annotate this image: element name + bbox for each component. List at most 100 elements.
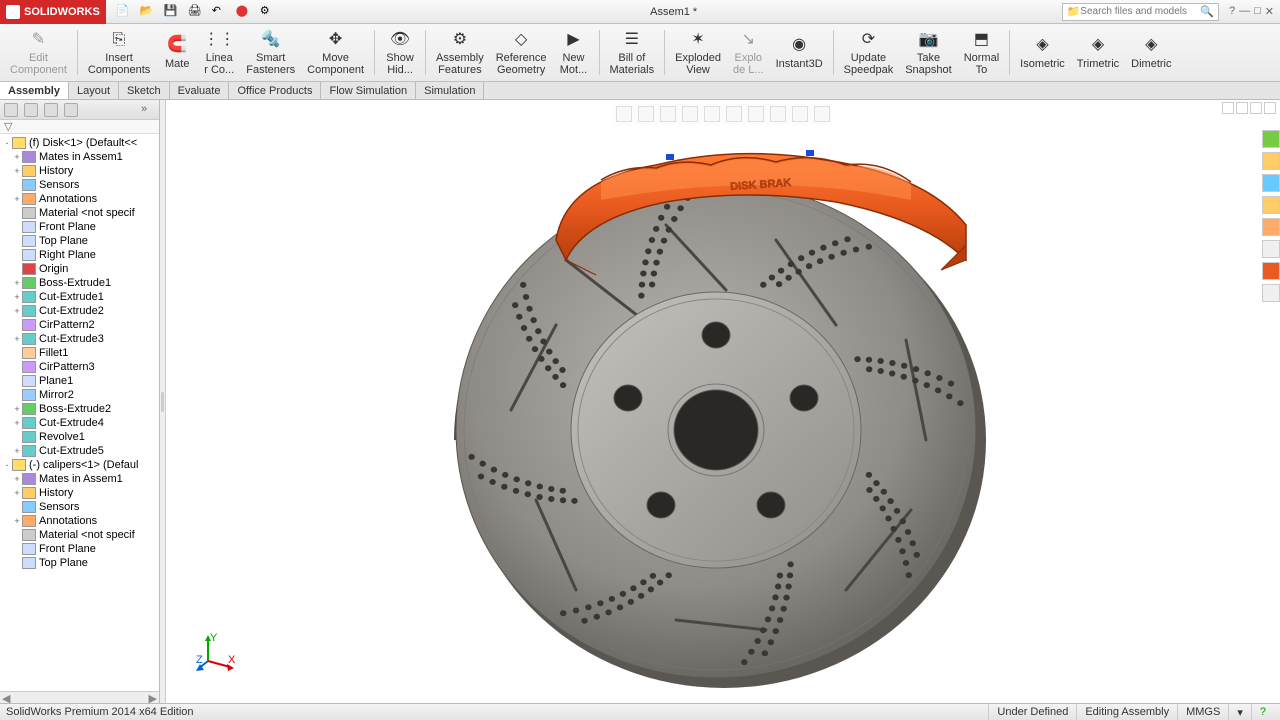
cmdtab-assembly[interactable]: Assembly xyxy=(0,82,69,99)
tree-item[interactable]: +Boss-Extrude1 xyxy=(0,276,159,290)
tree-item[interactable]: Fillet1 xyxy=(0,346,159,360)
tree-item[interactable]: Top Plane xyxy=(0,556,159,570)
ribbon-dimetric[interactable]: ◈Dimetric xyxy=(1125,26,1177,79)
ribbon-reference-geometry[interactable]: ◇ReferenceGeometry xyxy=(490,26,553,79)
tree-item[interactable]: Sensors xyxy=(0,500,159,514)
tp-view-palette-icon[interactable] xyxy=(1262,196,1280,214)
undo-icon[interactable]: ↶ xyxy=(212,4,228,20)
expand-icon[interactable]: + xyxy=(12,446,22,456)
ribbon-take-snapshot[interactable]: 📷TakeSnapshot xyxy=(899,26,957,79)
tree-item[interactable]: +Cut-Extrude1 xyxy=(0,290,159,304)
ribbon-insert-components[interactable]: ⎘InsertComponents xyxy=(82,26,156,79)
expand-icon[interactable]: + xyxy=(12,194,22,204)
expand-icon[interactable]: + xyxy=(12,278,22,288)
cmdtab-layout[interactable]: Layout xyxy=(69,82,119,99)
expand-icon[interactable]: + xyxy=(12,152,22,162)
help-icon[interactable]: ? xyxy=(1229,5,1235,18)
tree-item[interactable]: Front Plane xyxy=(0,542,159,556)
status-units[interactable]: MMGS xyxy=(1177,704,1228,720)
ribbon-bill-of-materials[interactable]: ☰Bill ofMaterials xyxy=(604,26,661,79)
tree-item[interactable]: +Mates in Assem1 xyxy=(0,150,159,164)
tree-item[interactable]: Front Plane xyxy=(0,220,159,234)
maximize-icon[interactable]: □ xyxy=(1254,5,1261,18)
feature-tree[interactable]: -(f) Disk<1> (Default<<+Mates in Assem1+… xyxy=(0,134,159,691)
ribbon-move-component[interactable]: ✥MoveComponent xyxy=(301,26,370,79)
fm-tab-4[interactable] xyxy=(64,103,78,117)
cmdtab-sketch[interactable]: Sketch xyxy=(119,82,170,99)
tree-item[interactable]: +Mates in Assem1 xyxy=(0,472,159,486)
expand-icon[interactable]: - xyxy=(2,460,12,470)
expand-icon[interactable]: + xyxy=(12,516,22,526)
expand-icon[interactable]: + xyxy=(12,166,22,176)
open-icon[interactable]: 📂 xyxy=(140,4,156,20)
expand-icon[interactable]: + xyxy=(12,292,22,302)
ribbon-new-motion[interactable]: ▶NewMot... xyxy=(553,26,595,79)
tp-file-explorer-icon[interactable] xyxy=(1262,174,1280,192)
ribbon-exploded-view[interactable]: ✶ExplodedView xyxy=(669,26,727,79)
tree-item[interactable]: Revolve1 xyxy=(0,430,159,444)
filter-bar[interactable]: ▽ xyxy=(0,120,159,134)
search-box[interactable]: 📁 🔍 xyxy=(1062,3,1219,21)
tree-item[interactable]: Plane1 xyxy=(0,374,159,388)
tree-item[interactable]: CirPattern2 xyxy=(0,318,159,332)
tree-item[interactable]: Material <not specif xyxy=(0,528,159,542)
expand-icon[interactable]: - xyxy=(2,138,12,148)
close-icon[interactable]: ✕ xyxy=(1265,5,1274,18)
fm-tab-1[interactable] xyxy=(4,103,18,117)
minimize-icon[interactable]: — xyxy=(1239,5,1250,18)
new-icon[interactable]: 📄 xyxy=(116,4,132,20)
ribbon-trimetric[interactable]: ◈Trimetric xyxy=(1071,26,1125,79)
tree-item[interactable]: +History xyxy=(0,164,159,178)
expand-icon[interactable]: + xyxy=(12,404,22,414)
tree-item[interactable]: -(f) Disk<1> (Default<< xyxy=(0,136,159,150)
search-icon[interactable]: 🔍 xyxy=(1200,5,1214,18)
expand-icon[interactable]: + xyxy=(12,306,22,316)
ribbon-mate[interactable]: 🧲Mate xyxy=(156,26,198,79)
ribbon-assembly-features[interactable]: ⚙AssemblyFeatures xyxy=(430,26,490,79)
cmdtab-flow-simulation[interactable]: Flow Simulation xyxy=(321,82,416,99)
tree-item[interactable]: +Cut-Extrude2 xyxy=(0,304,159,318)
fm-tab-3[interactable] xyxy=(44,103,58,117)
tree-item[interactable]: +Cut-Extrude4 xyxy=(0,416,159,430)
tree-item[interactable]: +Boss-Extrude2 xyxy=(0,402,159,416)
tree-item[interactable]: +Cut-Extrude5 xyxy=(0,444,159,458)
tree-item[interactable]: +Annotations xyxy=(0,514,159,528)
expand-icon[interactable]: + xyxy=(12,488,22,498)
ribbon-isometric[interactable]: ◈Isometric xyxy=(1014,26,1071,79)
tp-resources-icon[interactable] xyxy=(1262,130,1280,148)
tree-scroll[interactable]: ◀▶ xyxy=(0,691,159,703)
tree-item[interactable]: Top Plane xyxy=(0,234,159,248)
tp-forum-icon[interactable] xyxy=(1262,262,1280,280)
vp-restore-icon[interactable] xyxy=(1250,102,1262,114)
status-help-icon[interactable]: ? xyxy=(1251,704,1274,720)
cmdtab-evaluate[interactable]: Evaluate xyxy=(170,82,230,99)
vp-min-icon[interactable] xyxy=(1222,102,1234,114)
status-dropdown-icon[interactable]: ▾ xyxy=(1228,704,1251,720)
tree-item[interactable]: -(-) calipers<1> (Defaul xyxy=(0,458,159,472)
expand-icon[interactable]: + xyxy=(12,418,22,428)
save-icon[interactable]: 💾 xyxy=(164,4,180,20)
expand-icon[interactable]: + xyxy=(12,334,22,344)
tree-item[interactable]: +Cut-Extrude3 xyxy=(0,332,159,346)
ribbon-instant3d[interactable]: ◉Instant3D xyxy=(770,26,829,79)
fm-flyout-icon[interactable]: » xyxy=(141,103,155,117)
tree-item[interactable]: Material <not specif xyxy=(0,206,159,220)
vp-close-icon[interactable] xyxy=(1264,102,1276,114)
tree-item[interactable]: Sensors xyxy=(0,178,159,192)
tree-item[interactable]: Origin xyxy=(0,262,159,276)
tp-custom-props-icon[interactable] xyxy=(1262,240,1280,258)
rebuild-icon[interactable]: ⬤ xyxy=(236,4,252,20)
expand-icon[interactable]: + xyxy=(12,474,22,484)
cmdtab-office-products[interactable]: Office Products xyxy=(229,82,321,99)
ribbon-show-hidden[interactable]: 👁ShowHid... xyxy=(379,26,421,79)
tree-item[interactable]: +History xyxy=(0,486,159,500)
ribbon-linear-co[interactable]: ⋮⋮Linear Co... xyxy=(198,26,240,79)
ribbon-normal-to[interactable]: ⬒NormalTo xyxy=(958,26,1005,79)
cmdtab-simulation[interactable]: Simulation xyxy=(416,82,484,99)
tree-item[interactable]: Mirror2 xyxy=(0,388,159,402)
tp-appearances-icon[interactable] xyxy=(1262,218,1280,236)
tp-design-lib-icon[interactable] xyxy=(1262,152,1280,170)
tp-last-icon[interactable] xyxy=(1262,284,1280,302)
print-icon[interactable]: 🖨 xyxy=(188,4,204,20)
search-input[interactable] xyxy=(1080,6,1200,17)
